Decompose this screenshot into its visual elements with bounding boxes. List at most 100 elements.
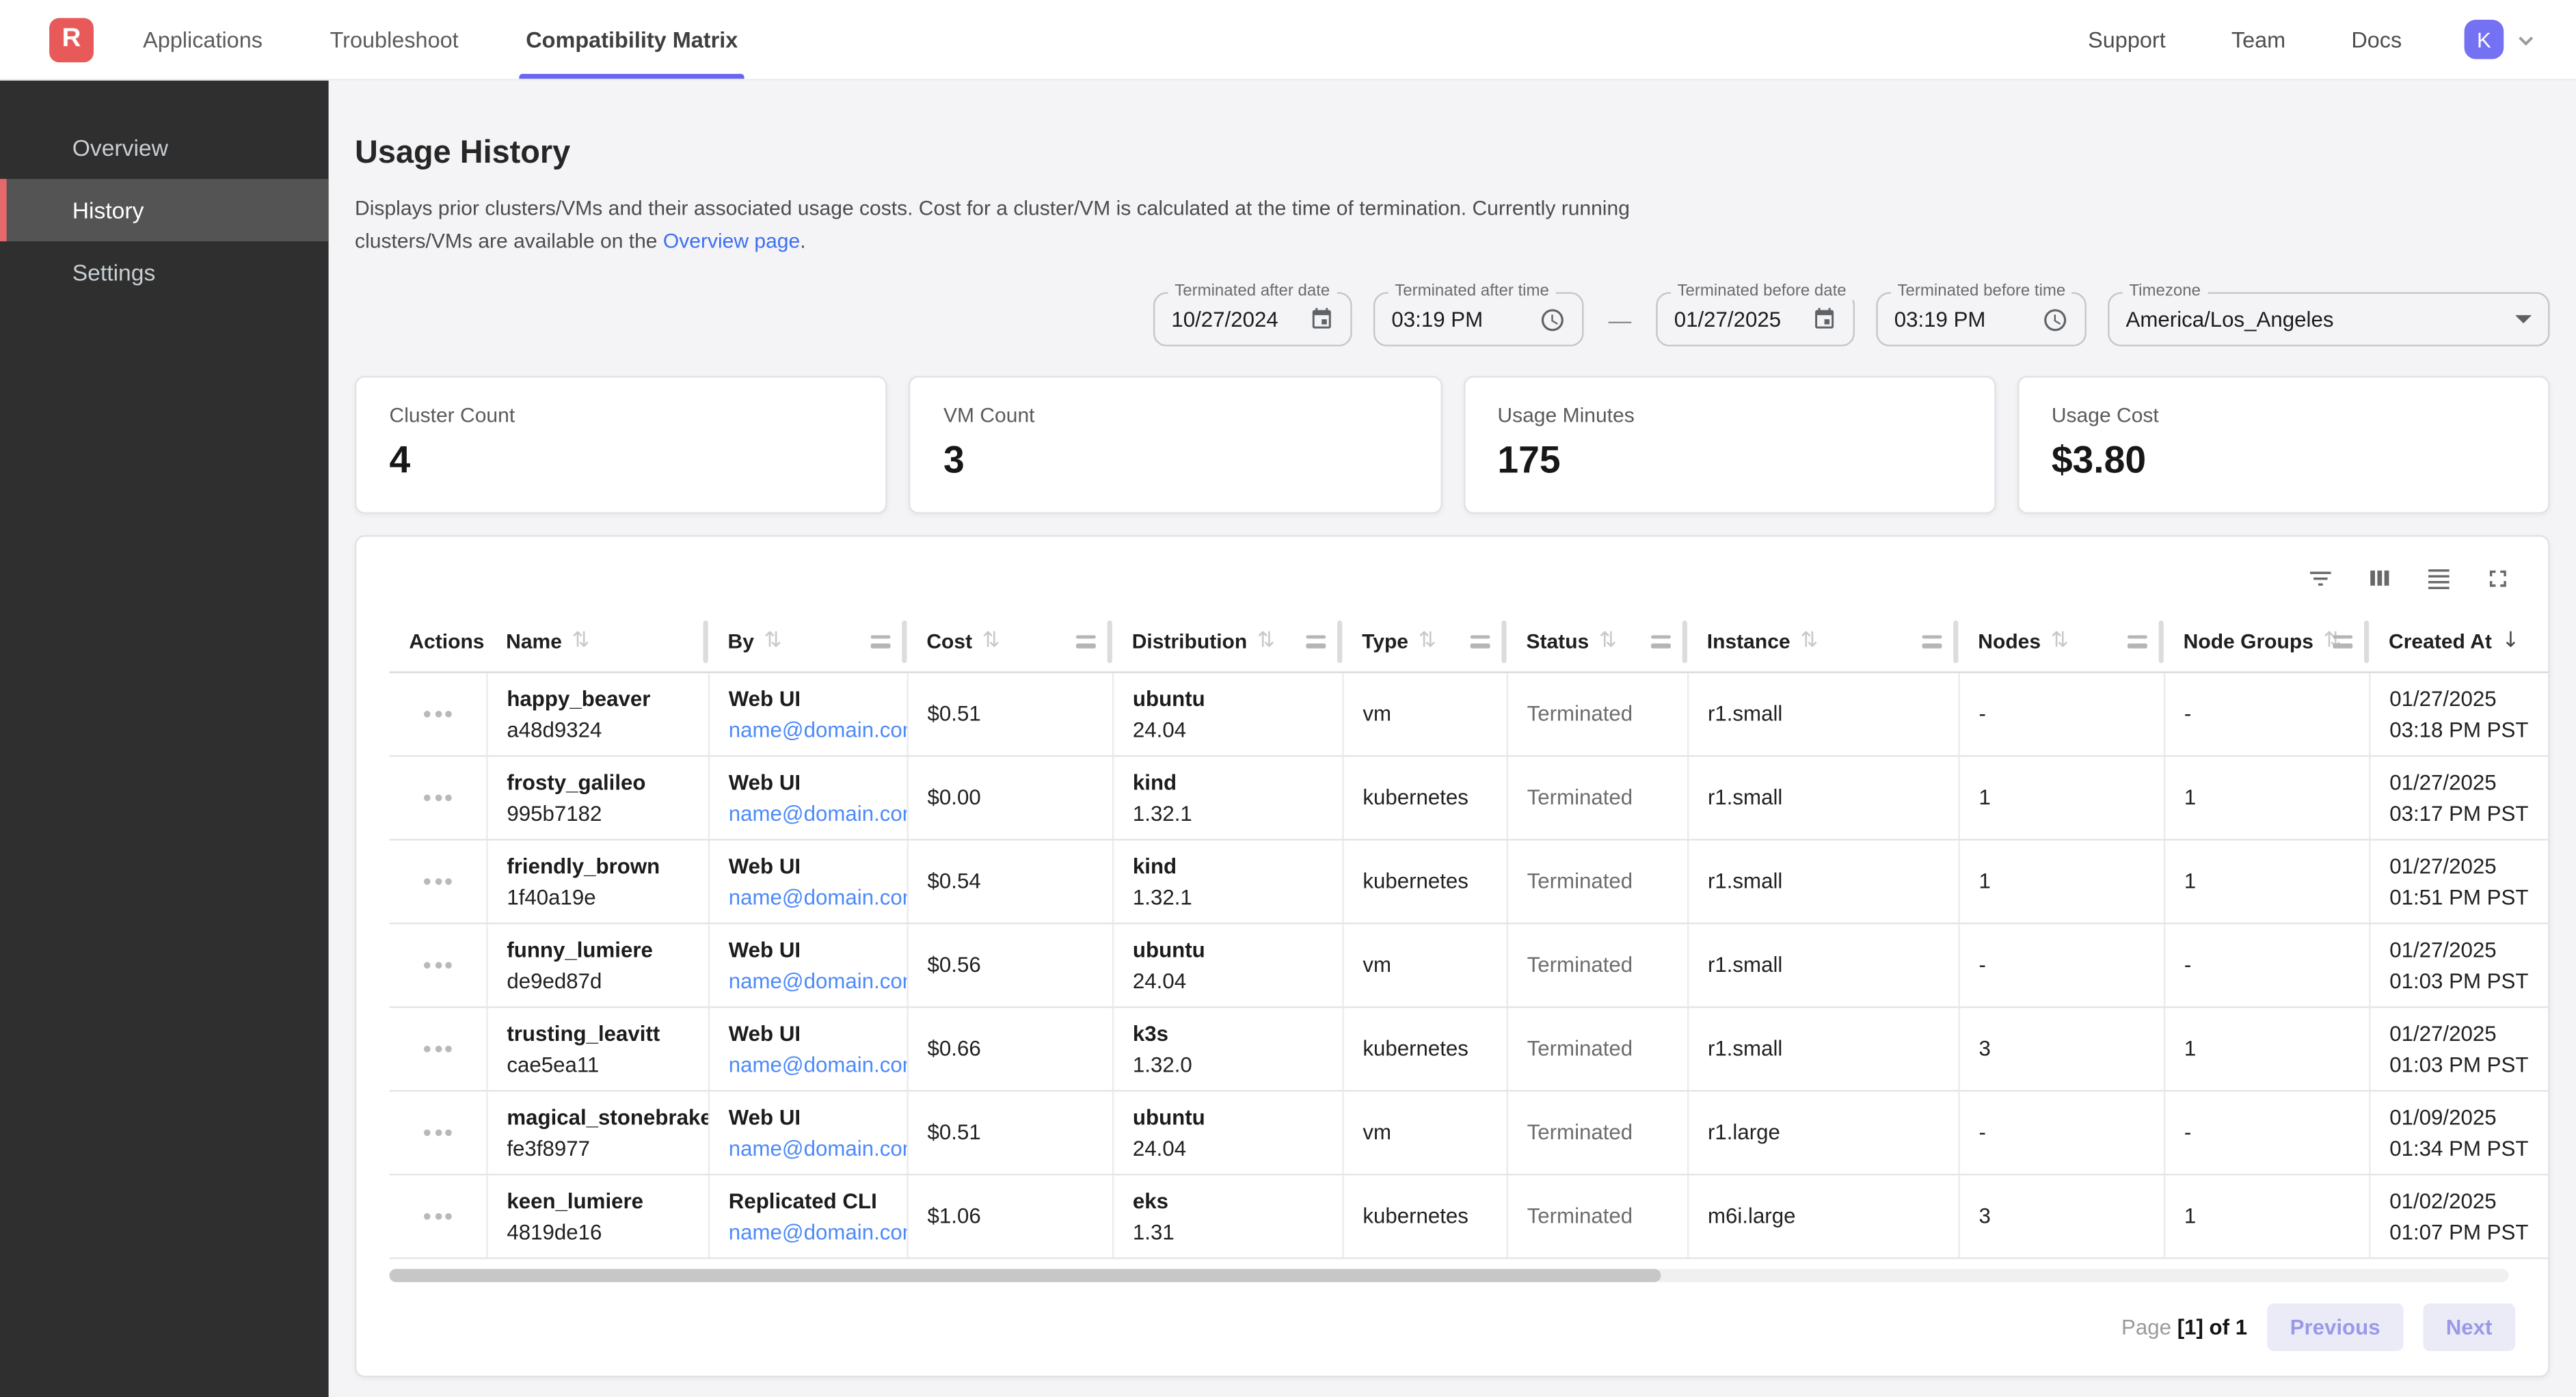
horizontal-scrollbar-thumb[interactable] [390, 1268, 1661, 1281]
row-email-link[interactable]: name@domain.com [729, 1048, 893, 1080]
terminated-after-date-field[interactable]: Terminated after date 10/27/2024 [1153, 293, 1352, 347]
terminated-before-time-field[interactable]: Terminated before time 03:19 PM [1876, 293, 2087, 347]
calendar-icon[interactable] [1309, 307, 1334, 331]
column-header-type[interactable]: Type⇅ [1342, 612, 1506, 671]
column-resize-divider[interactable] [2158, 620, 2163, 662]
sort-unsorted-icon[interactable]: ⇅ [764, 629, 781, 654]
row-actions-button[interactable] [420, 1122, 455, 1142]
column-drag-handle[interactable] [871, 635, 891, 648]
nav-spacer [741, 0, 2088, 79]
column-header-instance[interactable]: Instance⇅ [1687, 612, 1959, 671]
cost-value: $0.51 [928, 698, 1099, 729]
column-drag-handle[interactable] [2128, 635, 2147, 648]
nav-tab-troubleshoot[interactable]: Troubleshoot [327, 0, 462, 79]
cell-instance: r1.large [1687, 1090, 1959, 1174]
cell-cost: $0.56 [907, 923, 1112, 1006]
terminated-after-time-field[interactable]: Terminated after time 03:19 PM [1373, 293, 1584, 347]
clock-icon[interactable] [2042, 306, 2068, 332]
nav-link-team[interactable]: Team [2231, 27, 2285, 52]
sort-unsorted-icon[interactable]: ⇅ [1800, 629, 1818, 654]
created-by-source: Web UI [729, 1100, 893, 1132]
sort-desc-icon[interactable]: ↓ [2501, 629, 2519, 654]
replicated-logo-icon[interactable]: R [49, 17, 94, 62]
created-primary: 01/09/2025 [2389, 1100, 2548, 1132]
field-value: America/Los_Angeles [2126, 307, 2334, 331]
row-email-link[interactable]: name@domain.com [729, 1216, 893, 1247]
distribution-primary: kind [1133, 765, 1328, 797]
column-drag-handle[interactable] [1922, 635, 1942, 648]
column-header-node_groups[interactable]: Node Groups⇅ [2164, 612, 2369, 671]
sort-unsorted-icon[interactable]: ⇅ [982, 629, 1000, 654]
column-header-status[interactable]: Status⇅ [1507, 612, 1687, 671]
sidebar-item-history[interactable]: History [0, 179, 329, 241]
cell-distribution: ubuntu24.04 [1112, 923, 1342, 1006]
sort-unsorted-icon[interactable]: ⇅ [2051, 629, 2069, 654]
row-email-link[interactable]: name@domain.com [729, 964, 893, 996]
sort-unsorted-icon[interactable]: ⇅ [1599, 629, 1617, 654]
previous-page-button[interactable]: Previous [2267, 1303, 2403, 1351]
sidebar-item-overview[interactable]: Overview [0, 117, 329, 179]
row-email-link[interactable]: name@domain.com [729, 714, 893, 745]
nav-tab-compatibility-matrix[interactable]: Compatibility Matrix [522, 0, 741, 79]
filter-bar: Terminated after date 10/27/2024 Termina… [355, 293, 2549, 347]
row-actions-button[interactable] [420, 871, 455, 891]
timezone-select[interactable]: Timezone America/Los_Angeles [2108, 293, 2549, 347]
sort-unsorted-icon[interactable]: ⇅ [1257, 629, 1275, 654]
name-secondary: cae5ea11 [507, 1048, 694, 1080]
column-header-created[interactable]: Created At↓ [2369, 612, 2548, 671]
column-resize-divider[interactable] [1106, 620, 1112, 662]
nav-link-support[interactable]: Support [2088, 27, 2166, 52]
fullscreen-icon[interactable] [2484, 564, 2512, 592]
next-page-button[interactable]: Next [2423, 1303, 2515, 1351]
row-actions-button[interactable] [420, 1038, 455, 1058]
column-resize-divider[interactable] [1682, 620, 1687, 662]
column-header-nodes[interactable]: Nodes⇅ [1958, 612, 2163, 671]
horizontal-scrollbar-track [390, 1268, 2509, 1281]
sort-unsorted-icon[interactable]: ⇅ [572, 629, 589, 654]
column-resize-divider[interactable] [2363, 620, 2369, 662]
column-header-by[interactable]: By⇅ [708, 612, 907, 671]
page-description-line2: clusters/VMs are available on the Overvi… [355, 225, 2549, 258]
nav-link-docs[interactable]: Docs [2351, 27, 2402, 52]
column-drag-handle[interactable] [2333, 635, 2352, 648]
stat-card-cluster-count: Cluster Count4 [355, 376, 887, 514]
cell-name: magical_stonebrakerfe3f8977 [486, 1090, 708, 1174]
column-resize-divider[interactable] [1501, 620, 1506, 662]
columns-icon[interactable] [2365, 564, 2393, 592]
distribution-primary: eks [1133, 1184, 1328, 1216]
overview-page-link[interactable]: Overview page [663, 230, 800, 253]
account-menu-button[interactable]: K [2465, 0, 2537, 79]
stat-label: VM Count [943, 404, 1407, 427]
filter-icon[interactable] [2307, 564, 2335, 592]
column-resize-divider[interactable] [1953, 620, 1958, 662]
row-actions-button[interactable] [420, 787, 455, 807]
column-header-name[interactable]: Name⇅ [486, 612, 708, 671]
nav-tab-applications[interactable]: Applications [139, 0, 266, 79]
calendar-icon[interactable] [1812, 307, 1837, 331]
column-header-cost[interactable]: Cost⇅ [907, 612, 1112, 671]
field-label: Terminated after date [1168, 282, 1337, 300]
cell-name: keen_lumiere4819de16 [486, 1174, 708, 1257]
column-drag-handle[interactable] [1651, 635, 1671, 648]
sort-unsorted-icon[interactable]: ⇅ [1418, 629, 1436, 654]
column-resize-divider[interactable] [702, 620, 708, 662]
row-actions-button[interactable] [420, 955, 455, 975]
sidebar-item-settings[interactable]: Settings [0, 241, 329, 303]
table-row: trusting_leavittcae5ea11Web UIname@domai… [390, 1006, 2549, 1089]
column-resize-divider[interactable] [901, 620, 907, 662]
terminated-before-date-field[interactable]: Terminated before date 01/27/2025 [1656, 293, 1855, 347]
row-email-link[interactable]: name@domain.com [729, 881, 893, 912]
row-actions-button[interactable] [420, 703, 455, 723]
distribution-primary: ubuntu [1133, 682, 1328, 714]
column-drag-handle[interactable] [1471, 635, 1490, 648]
column-drag-handle[interactable] [1306, 635, 1326, 648]
status-value: Terminated [1527, 865, 1674, 897]
density-icon[interactable] [2425, 564, 2453, 592]
row-actions-button[interactable] [420, 1206, 455, 1225]
row-email-link[interactable]: name@domain.com [729, 1132, 893, 1163]
row-email-link[interactable]: name@domain.com [729, 797, 893, 828]
clock-icon[interactable] [1540, 306, 1566, 332]
column-header-distribution[interactable]: Distribution⇅ [1112, 612, 1342, 671]
column-drag-handle[interactable] [1076, 635, 1096, 648]
column-resize-divider[interactable] [1337, 620, 1342, 662]
